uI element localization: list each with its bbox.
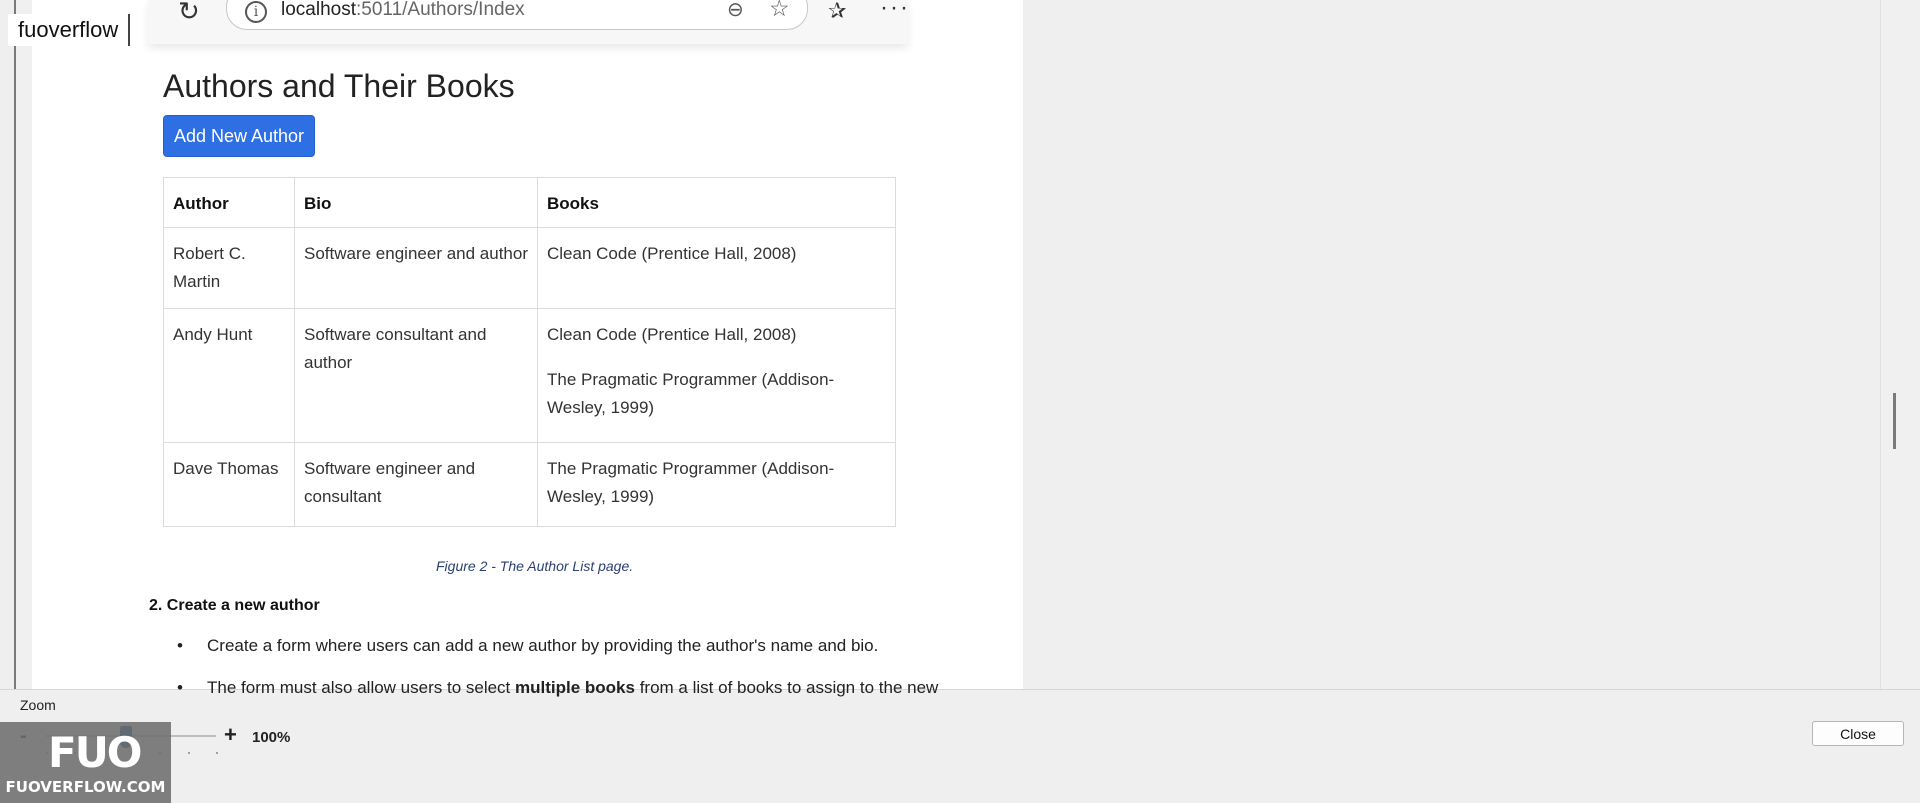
column-header-books: Books bbox=[537, 177, 896, 228]
info-icon: i bbox=[245, 1, 267, 23]
books-cell: Clean Code (Prentice Hall, 2008) The Pra… bbox=[537, 308, 896, 443]
table-row: Robert C. Martin Software engineer and a… bbox=[163, 227, 896, 309]
bullet-dot-icon: • bbox=[177, 636, 183, 655]
bio-cell: Software consultant and author bbox=[294, 308, 538, 443]
favorites-list-icon: ✰ bbox=[828, 0, 847, 23]
viewer-left-border bbox=[14, 0, 16, 690]
book-entry: The Pragmatic Programmer (Addison-Wesley… bbox=[547, 459, 835, 506]
table-row: Andy Hunt Software consultant and author… bbox=[163, 308, 896, 443]
watermark: FUO FUOVERFLOW.COM bbox=[0, 722, 171, 803]
add-new-author-button: Add New Author bbox=[163, 115, 315, 157]
book-entry: Clean Code (Prentice Hall, 2008) bbox=[547, 325, 797, 344]
zoom-tick bbox=[216, 752, 218, 754]
figure-caption: Figure 2 - The Author List page. bbox=[436, 558, 634, 574]
books-cell: Clean Code (Prentice Hall, 2008) bbox=[537, 227, 896, 309]
zoom-value: 100% bbox=[252, 729, 291, 746]
zoom-tick bbox=[187, 752, 190, 754]
author-cell: Robert C. Martin bbox=[163, 227, 295, 309]
close-button[interactable]: Close bbox=[1812, 721, 1904, 746]
vertical-scrollbar-thumb[interactable] bbox=[1893, 393, 1896, 449]
bullet-dot-icon: • bbox=[177, 678, 183, 697]
column-header-bio: Bio bbox=[294, 177, 538, 228]
fuo-logo-icon: FUO bbox=[48, 728, 142, 777]
url-text: localhost:5011/Authors/Index bbox=[281, 0, 525, 20]
book-entry: Clean Code (Prentice Hall, 2008) bbox=[547, 244, 797, 263]
column-header-author: Author bbox=[163, 177, 295, 228]
browser-toolbar: ↻ i localhost:5011/Authors/Index ⊖ ☆ ✰ ·… bbox=[148, 0, 908, 44]
section-heading: 2. Create a new author bbox=[149, 597, 320, 614]
viewer-scroll-gutter[interactable] bbox=[1880, 0, 1920, 690]
app-name: fuoverflow bbox=[8, 14, 131, 46]
table-row: Dave Thomas Software engineer and consul… bbox=[163, 442, 896, 527]
author-cell: Andy Hunt bbox=[163, 308, 295, 443]
watermark-text: FUOVERFLOW.COM bbox=[5, 778, 166, 796]
star-icon: ☆ bbox=[769, 0, 790, 21]
author-cell: Dave Thomas bbox=[163, 442, 295, 527]
bio-cell: Software engineer and author bbox=[294, 227, 538, 309]
address-bar: i localhost:5011/Authors/Index ⊖ ☆ bbox=[226, 0, 808, 30]
table-header-row: Author Bio Books bbox=[163, 177, 896, 228]
bullet-text: Create a form where users can add a new … bbox=[207, 636, 879, 655]
bullet-text: The form must also allow users to select… bbox=[207, 678, 939, 697]
authors-table: Author Bio Books Robert C. Martin Softwa… bbox=[163, 177, 896, 527]
zoom-label: Zoom bbox=[20, 697, 56, 713]
bio-cell: Software engineer and consultant bbox=[294, 442, 538, 527]
books-cell: The Pragmatic Programmer (Addison-Wesley… bbox=[537, 442, 896, 527]
page-heading: Authors and Their Books bbox=[163, 68, 515, 104]
zoom-out-icon: ⊖ bbox=[727, 0, 744, 21]
reload-icon: ↻ bbox=[178, 0, 200, 26]
zoom-increase-button[interactable]: + bbox=[224, 722, 237, 748]
more-icon: ··· bbox=[880, 0, 910, 21]
book-entry: The Pragmatic Programmer (Addison-Wesley… bbox=[547, 370, 835, 417]
